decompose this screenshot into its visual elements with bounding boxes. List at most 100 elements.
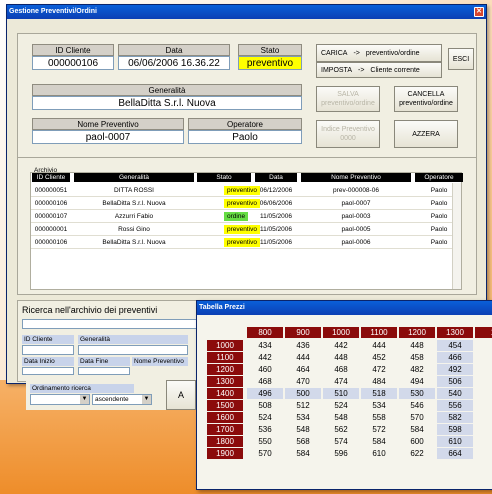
ordinamento-field-select[interactable]: ▼ [30, 394, 90, 405]
prezzi-cell[interactable]: 534 [285, 412, 321, 423]
prezzi-cell[interactable]: 568 [285, 436, 321, 447]
prezzi-cell[interactable]: 454 [437, 340, 473, 351]
prezzi-cell[interactable]: 536 [247, 424, 283, 435]
prezzi-cell[interactable]: 596 [323, 448, 359, 459]
prezzi-cell[interactable]: 540 [437, 388, 473, 399]
prezzi-cell[interactable]: 472 [361, 364, 397, 375]
operatore-field[interactable]: Paolo [188, 130, 302, 144]
prezzi-cell[interactable]: 448 [399, 340, 435, 351]
prezzi-cell[interactable]: 448 [323, 352, 359, 363]
prezzi-cell[interactable]: 574 [323, 436, 359, 447]
prezzi-col-header: 1100 [361, 327, 397, 338]
prezzi-cell[interactable]: 464 [285, 364, 321, 375]
prezzi-cell[interactable]: 556 [437, 400, 473, 411]
table-row[interactable]: 000000106 BellaDitta S.r.l. Nuova preventi… [31, 198, 461, 210]
prezzi-cell[interactable]: 548 [323, 412, 359, 423]
prezzi-cell[interactable]: 610 [437, 436, 473, 447]
prezzi-cell[interactable]: 600 [399, 436, 435, 447]
col-operatore[interactable]: Operatore [415, 173, 463, 182]
col-generalita[interactable]: Generalità [74, 173, 194, 182]
prezzi-cell[interactable]: 512 [285, 400, 321, 411]
salva-button[interactable]: SALVA preventivo/ordine [316, 86, 380, 112]
prezzi-cell[interactable]: 460 [247, 364, 283, 375]
prezzi-cell[interactable]: 482 [399, 364, 435, 375]
generalita-field[interactable]: BellaDitta S.r.l. Nuova [32, 96, 302, 110]
avvia-ricerca-button[interactable]: A [166, 380, 196, 410]
prezzi-cell[interactable]: 524 [323, 400, 359, 411]
col-nome-preventivo[interactable]: Nome Preventivo [301, 173, 411, 182]
prezzi-cell[interactable]: 584 [361, 436, 397, 447]
prezzi-row: 1700 536 548 562 572 584 598 [197, 424, 492, 435]
col-stato[interactable]: Stato [197, 173, 251, 182]
stato-field[interactable]: preventivo [238, 56, 302, 70]
prezzi-cell[interactable]: 534 [361, 400, 397, 411]
ricerca-id-cliente-input[interactable] [22, 345, 74, 355]
prezzi-cell[interactable]: 584 [285, 448, 321, 459]
ordine-direction-select[interactable]: ascendente ▼ [92, 394, 152, 405]
prezzi-cell[interactable]: 444 [361, 340, 397, 351]
ricerca-data-inizio-input[interactable] [22, 367, 74, 375]
cancella-button[interactable]: CANCELLA preventivo/ordine [394, 86, 458, 112]
prezzi-cell[interactable]: 622 [399, 448, 435, 459]
prezzi-cell[interactable]: 442 [323, 340, 359, 351]
prezzi-cell[interactable]: 468 [247, 376, 283, 387]
archivio-scrollbar[interactable] [452, 183, 461, 289]
indice-preventivo-button[interactable]: Indice Preventivo 0000 [316, 120, 380, 148]
prezzi-cell[interactable]: 546 [399, 400, 435, 411]
prezzi-cell[interactable]: 484 [361, 376, 397, 387]
ricerca-generalita-input[interactable] [78, 345, 188, 355]
carica-button[interactable]: CARICA -> preventivo/ordine [316, 44, 442, 62]
prezzi-cell[interactable]: 598 [437, 424, 473, 435]
table-row[interactable]: 000000107 Azzurri Fabio ordine 11/05/2006 pa… [31, 211, 461, 223]
data-field[interactable]: 06/06/2006 16.36.22 [118, 56, 230, 70]
prezzi-cell[interactable]: 664 [437, 448, 473, 459]
prezzi-cell[interactable]: 444 [285, 352, 321, 363]
prezzi-cell[interactable]: 530 [399, 388, 435, 399]
chevron-down-icon[interactable]: ▼ [80, 395, 89, 404]
prezzi-cell[interactable]: 570 [247, 448, 283, 459]
nome-preventivo-field[interactable]: paol-0007 [32, 130, 184, 144]
prezzi-cell[interactable]: 558 [361, 412, 397, 423]
prezzi-cell[interactable]: 466 [437, 352, 473, 363]
prezzi-cell[interactable]: 434 [247, 340, 283, 351]
prezzi-cell[interactable]: 474 [323, 376, 359, 387]
imposta-button[interactable]: IMPOSTA -> Cliente corrente [316, 62, 442, 78]
chevron-down-icon[interactable]: ▼ [142, 395, 151, 404]
close-icon[interactable]: ✕ [474, 7, 484, 17]
ricerca-data-fine-input[interactable] [78, 367, 130, 375]
prezzi-cell[interactable]: 610 [361, 448, 397, 459]
prezzi-cell[interactable]: 570 [399, 412, 435, 423]
table-row[interactable]: 000000106 BellaDitta S.r.l. Nuova preventi… [31, 237, 461, 249]
prezzi-cell[interactable]: 548 [285, 424, 321, 435]
prezzi-cell[interactable]: 468 [323, 364, 359, 375]
prezzi-row: 1000 434 436 442 444 448 454 [197, 340, 492, 351]
prezzi-cell[interactable]: 452 [361, 352, 397, 363]
prezzi-cell[interactable]: 582 [437, 412, 473, 423]
prezzi-cell[interactable]: 494 [399, 376, 435, 387]
prezzi-row: 1600 524 534 548 558 570 582 [197, 412, 492, 423]
prezzi-cell[interactable]: 550 [247, 436, 283, 447]
id-cliente-field[interactable]: 000000106 [32, 56, 114, 70]
col-data[interactable]: Data [255, 173, 297, 182]
prezzi-cell[interactable]: 492 [437, 364, 473, 375]
prezzi-cell[interactable]: 442 [247, 352, 283, 363]
prezzi-cell[interactable]: 506 [437, 376, 473, 387]
prezzi-cell[interactable]: 562 [323, 424, 359, 435]
col-id-cliente[interactable]: ID Cliente [32, 173, 70, 182]
table-row[interactable]: 000000001 Rossi Gino preventivo 11/05/2006 p… [31, 224, 461, 236]
table-row[interactable]: 000000051 DITTA ROSSI preventivo 06/12/2006… [31, 185, 461, 197]
prezzi-cell[interactable]: 470 [285, 376, 321, 387]
prezzi-cell[interactable]: 524 [247, 412, 283, 423]
azzera-button[interactable]: AZZERA [394, 120, 458, 148]
prezzi-cell[interactable]: 496 [247, 388, 283, 399]
esci-button[interactable]: ESCI [448, 48, 474, 70]
prezzi-cell[interactable]: 518 [361, 388, 397, 399]
prezzi-cell[interactable]: 510 [323, 388, 359, 399]
ricerca-id-cliente-label: ID Cliente [22, 335, 74, 344]
prezzi-cell[interactable]: 436 [285, 340, 321, 351]
prezzi-cell[interactable]: 572 [361, 424, 397, 435]
prezzi-cell[interactable]: 584 [399, 424, 435, 435]
prezzi-cell[interactable]: 458 [399, 352, 435, 363]
prezzi-cell[interactable]: 500 [285, 388, 321, 399]
prezzi-cell[interactable]: 508 [247, 400, 283, 411]
